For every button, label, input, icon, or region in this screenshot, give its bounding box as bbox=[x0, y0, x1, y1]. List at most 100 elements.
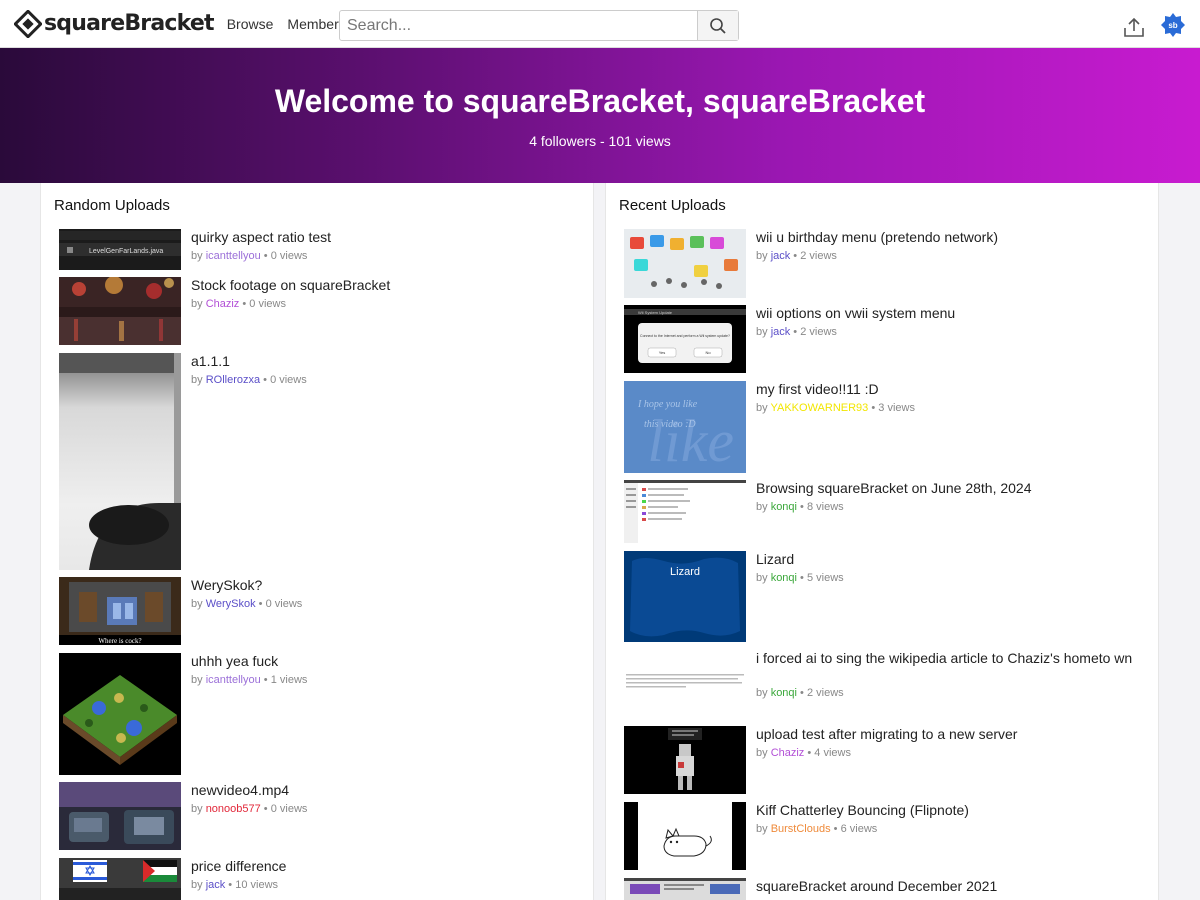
video-item[interactable]: Kiff Chatterley Bouncing (Flipnote) by B… bbox=[624, 802, 1144, 870]
video-thumbnail[interactable] bbox=[59, 353, 181, 570]
video-item[interactable]: squareBracket around December 2021 bbox=[624, 878, 1144, 900]
video-thumbnail[interactable]: like I hope you like this video :D bbox=[624, 381, 746, 473]
video-item[interactable]: Where is cock? WerySkok? by WerySkok • 0… bbox=[59, 577, 579, 645]
thumb-caption: No bbox=[705, 350, 711, 355]
video-meta: by WerySkok • 0 views bbox=[191, 598, 303, 610]
author-link[interactable]: ROllerozxa bbox=[206, 374, 260, 386]
search-button[interactable] bbox=[697, 11, 738, 40]
video-item[interactable]: LevelGenFarLands.java quirky aspect rati… bbox=[59, 229, 579, 270]
video-title[interactable]: a1.1.1 bbox=[191, 353, 583, 369]
author-link[interactable]: YAKKOWARNER93 bbox=[770, 402, 868, 414]
thumb-caption: I hope you like bbox=[637, 399, 698, 410]
svg-text:like: like bbox=[647, 408, 734, 473]
thumb-caption: Where is cock? bbox=[98, 637, 141, 645]
avatar-icon[interactable]: sb bbox=[1161, 13, 1185, 37]
video-item[interactable]: uhhh yea fuck by icanttellyou • 1 views bbox=[59, 653, 579, 775]
author-link[interactable]: WerySkok bbox=[206, 598, 256, 610]
video-thumbnail[interactable]: Where is cock? bbox=[59, 577, 181, 645]
video-item[interactable]: Browsing squareBracket on June 28th, 202… bbox=[624, 480, 1144, 543]
video-meta: by Chaziz • 4 views bbox=[756, 747, 851, 759]
video-thumbnail[interactable]: LevelGenFarLands.java bbox=[59, 229, 181, 270]
thumb-caption: Wii System Update bbox=[638, 310, 673, 315]
logo-text: squareBracket bbox=[44, 11, 215, 36]
search-input[interactable] bbox=[340, 11, 697, 40]
video-title[interactable]: Lizard bbox=[756, 551, 1148, 567]
video-meta: by konqi • 5 views bbox=[756, 572, 844, 584]
video-thumbnail[interactable]: Lizard bbox=[624, 551, 746, 642]
banner-stats: 4 followers - 101 views bbox=[529, 133, 671, 149]
section-title: Random Uploads bbox=[54, 197, 170, 214]
author-link[interactable]: icanttellyou bbox=[206, 250, 261, 262]
video-meta: by jack • 2 views bbox=[756, 250, 837, 262]
video-meta: by Chaziz • 0 views bbox=[191, 298, 286, 310]
video-title[interactable]: wii u birthday menu (pretendo network) bbox=[756, 229, 1148, 245]
author-link[interactable]: Chaziz bbox=[771, 747, 805, 759]
video-thumbnail[interactable]: Wii System Update Connect to the Interne… bbox=[624, 305, 746, 373]
video-item[interactable]: like I hope you like this video :D my fi… bbox=[624, 381, 1144, 473]
video-thumbnail[interactable] bbox=[624, 878, 746, 900]
video-thumbnail[interactable] bbox=[624, 726, 746, 794]
section-title: Recent Uploads bbox=[619, 197, 726, 214]
video-item[interactable]: Stock footage on squareBracket by Chaziz… bbox=[59, 277, 579, 345]
video-meta: by ROllerozxa • 0 views bbox=[191, 374, 307, 386]
video-title[interactable]: Browsing squareBracket on June 28th, 202… bbox=[756, 480, 1148, 496]
recent-uploads-panel: Recent Uploads wii u birthday menu (pret… bbox=[605, 183, 1159, 900]
video-meta: by nonoob577 • 0 views bbox=[191, 803, 308, 815]
thumb-caption: Lizard bbox=[670, 566, 700, 578]
author-link[interactable]: nonoob577 bbox=[206, 803, 261, 815]
author-link[interactable]: konqi bbox=[771, 501, 797, 513]
video-item[interactable]: Wii System Update Connect to the Interne… bbox=[624, 305, 1144, 373]
video-meta: by BurstClouds • 6 views bbox=[756, 823, 878, 835]
video-item[interactable]: wii u birthday menu (pretendo network) b… bbox=[624, 229, 1144, 298]
video-thumbnail[interactable] bbox=[59, 858, 181, 900]
video-thumbnail[interactable] bbox=[59, 653, 181, 775]
random-uploads-panel: Random Uploads LevelGenFarLands.java qui… bbox=[40, 183, 594, 900]
video-meta: by konqi • 8 views bbox=[756, 501, 844, 513]
video-thumbnail[interactable] bbox=[59, 782, 181, 850]
search-icon bbox=[710, 17, 726, 34]
video-title[interactable]: i forced ai to sing the wikipedia articl… bbox=[756, 650, 1148, 666]
video-title[interactable]: squareBracket around December 2021 bbox=[756, 878, 1148, 894]
video-meta: by YAKKOWARNER93 • 3 views bbox=[756, 402, 915, 414]
video-item[interactable]: a1.1.1 by ROllerozxa • 0 views bbox=[59, 353, 579, 570]
video-title[interactable]: wii options on vwii system menu bbox=[756, 305, 1148, 321]
video-title[interactable]: uhhh yea fuck bbox=[191, 653, 583, 669]
video-item[interactable]: price difference by jack • 10 views bbox=[59, 858, 579, 900]
video-thumbnail[interactable] bbox=[59, 277, 181, 345]
logo-icon bbox=[14, 9, 42, 38]
nav-browse[interactable]: Browse bbox=[227, 16, 274, 32]
author-link[interactable]: icanttellyou bbox=[206, 674, 261, 686]
video-item[interactable]: upload test after migrating to a new ser… bbox=[624, 726, 1144, 794]
video-title[interactable]: WerySkok? bbox=[191, 577, 583, 593]
video-title[interactable]: quirky aspect ratio test bbox=[191, 229, 583, 245]
upload-icon[interactable] bbox=[1122, 15, 1146, 39]
video-meta: by konqi • 2 views bbox=[756, 687, 844, 699]
video-item[interactable]: newvideo4.mp4 by nonoob577 • 0 views bbox=[59, 782, 579, 850]
video-title[interactable]: Kiff Chatterley Bouncing (Flipnote) bbox=[756, 802, 1148, 818]
author-link[interactable]: konqi bbox=[771, 572, 797, 584]
thumb-caption: Yes bbox=[659, 350, 666, 355]
welcome-banner: Welcome to squareBracket, squareBracket … bbox=[0, 48, 1200, 183]
author-link[interactable]: konqi bbox=[771, 687, 797, 699]
video-meta: by icanttellyou • 1 views bbox=[191, 674, 308, 686]
author-link[interactable]: Chaziz bbox=[206, 298, 240, 310]
video-item[interactable]: i forced ai to sing the wikipedia articl… bbox=[624, 650, 1144, 718]
video-title[interactable]: newvideo4.mp4 bbox=[191, 782, 583, 798]
author-link[interactable]: jack bbox=[771, 326, 791, 338]
video-meta: by jack • 10 views bbox=[191, 879, 279, 891]
video-title[interactable]: price difference bbox=[191, 858, 583, 874]
video-title[interactable]: my first video!!11 :D bbox=[756, 381, 1148, 397]
author-link[interactable]: BurstClouds bbox=[771, 823, 831, 835]
video-thumbnail[interactable] bbox=[624, 480, 746, 543]
video-item[interactable]: Lizard Lizard by konqi • 5 views bbox=[624, 551, 1144, 642]
video-title[interactable]: Stock footage on squareBracket bbox=[191, 277, 583, 293]
author-link[interactable]: jack bbox=[206, 879, 226, 891]
video-thumbnail[interactable] bbox=[624, 650, 746, 718]
video-thumbnail[interactable] bbox=[624, 229, 746, 298]
nav-members[interactable]: Members bbox=[287, 16, 345, 32]
video-thumbnail[interactable] bbox=[624, 802, 746, 870]
video-title[interactable]: upload test after migrating to a new ser… bbox=[756, 726, 1148, 742]
top-navbar: squareBracket Browse Members sb bbox=[0, 0, 1200, 48]
author-link[interactable]: jack bbox=[771, 250, 791, 262]
site-logo[interactable]: squareBracket bbox=[14, 9, 215, 38]
